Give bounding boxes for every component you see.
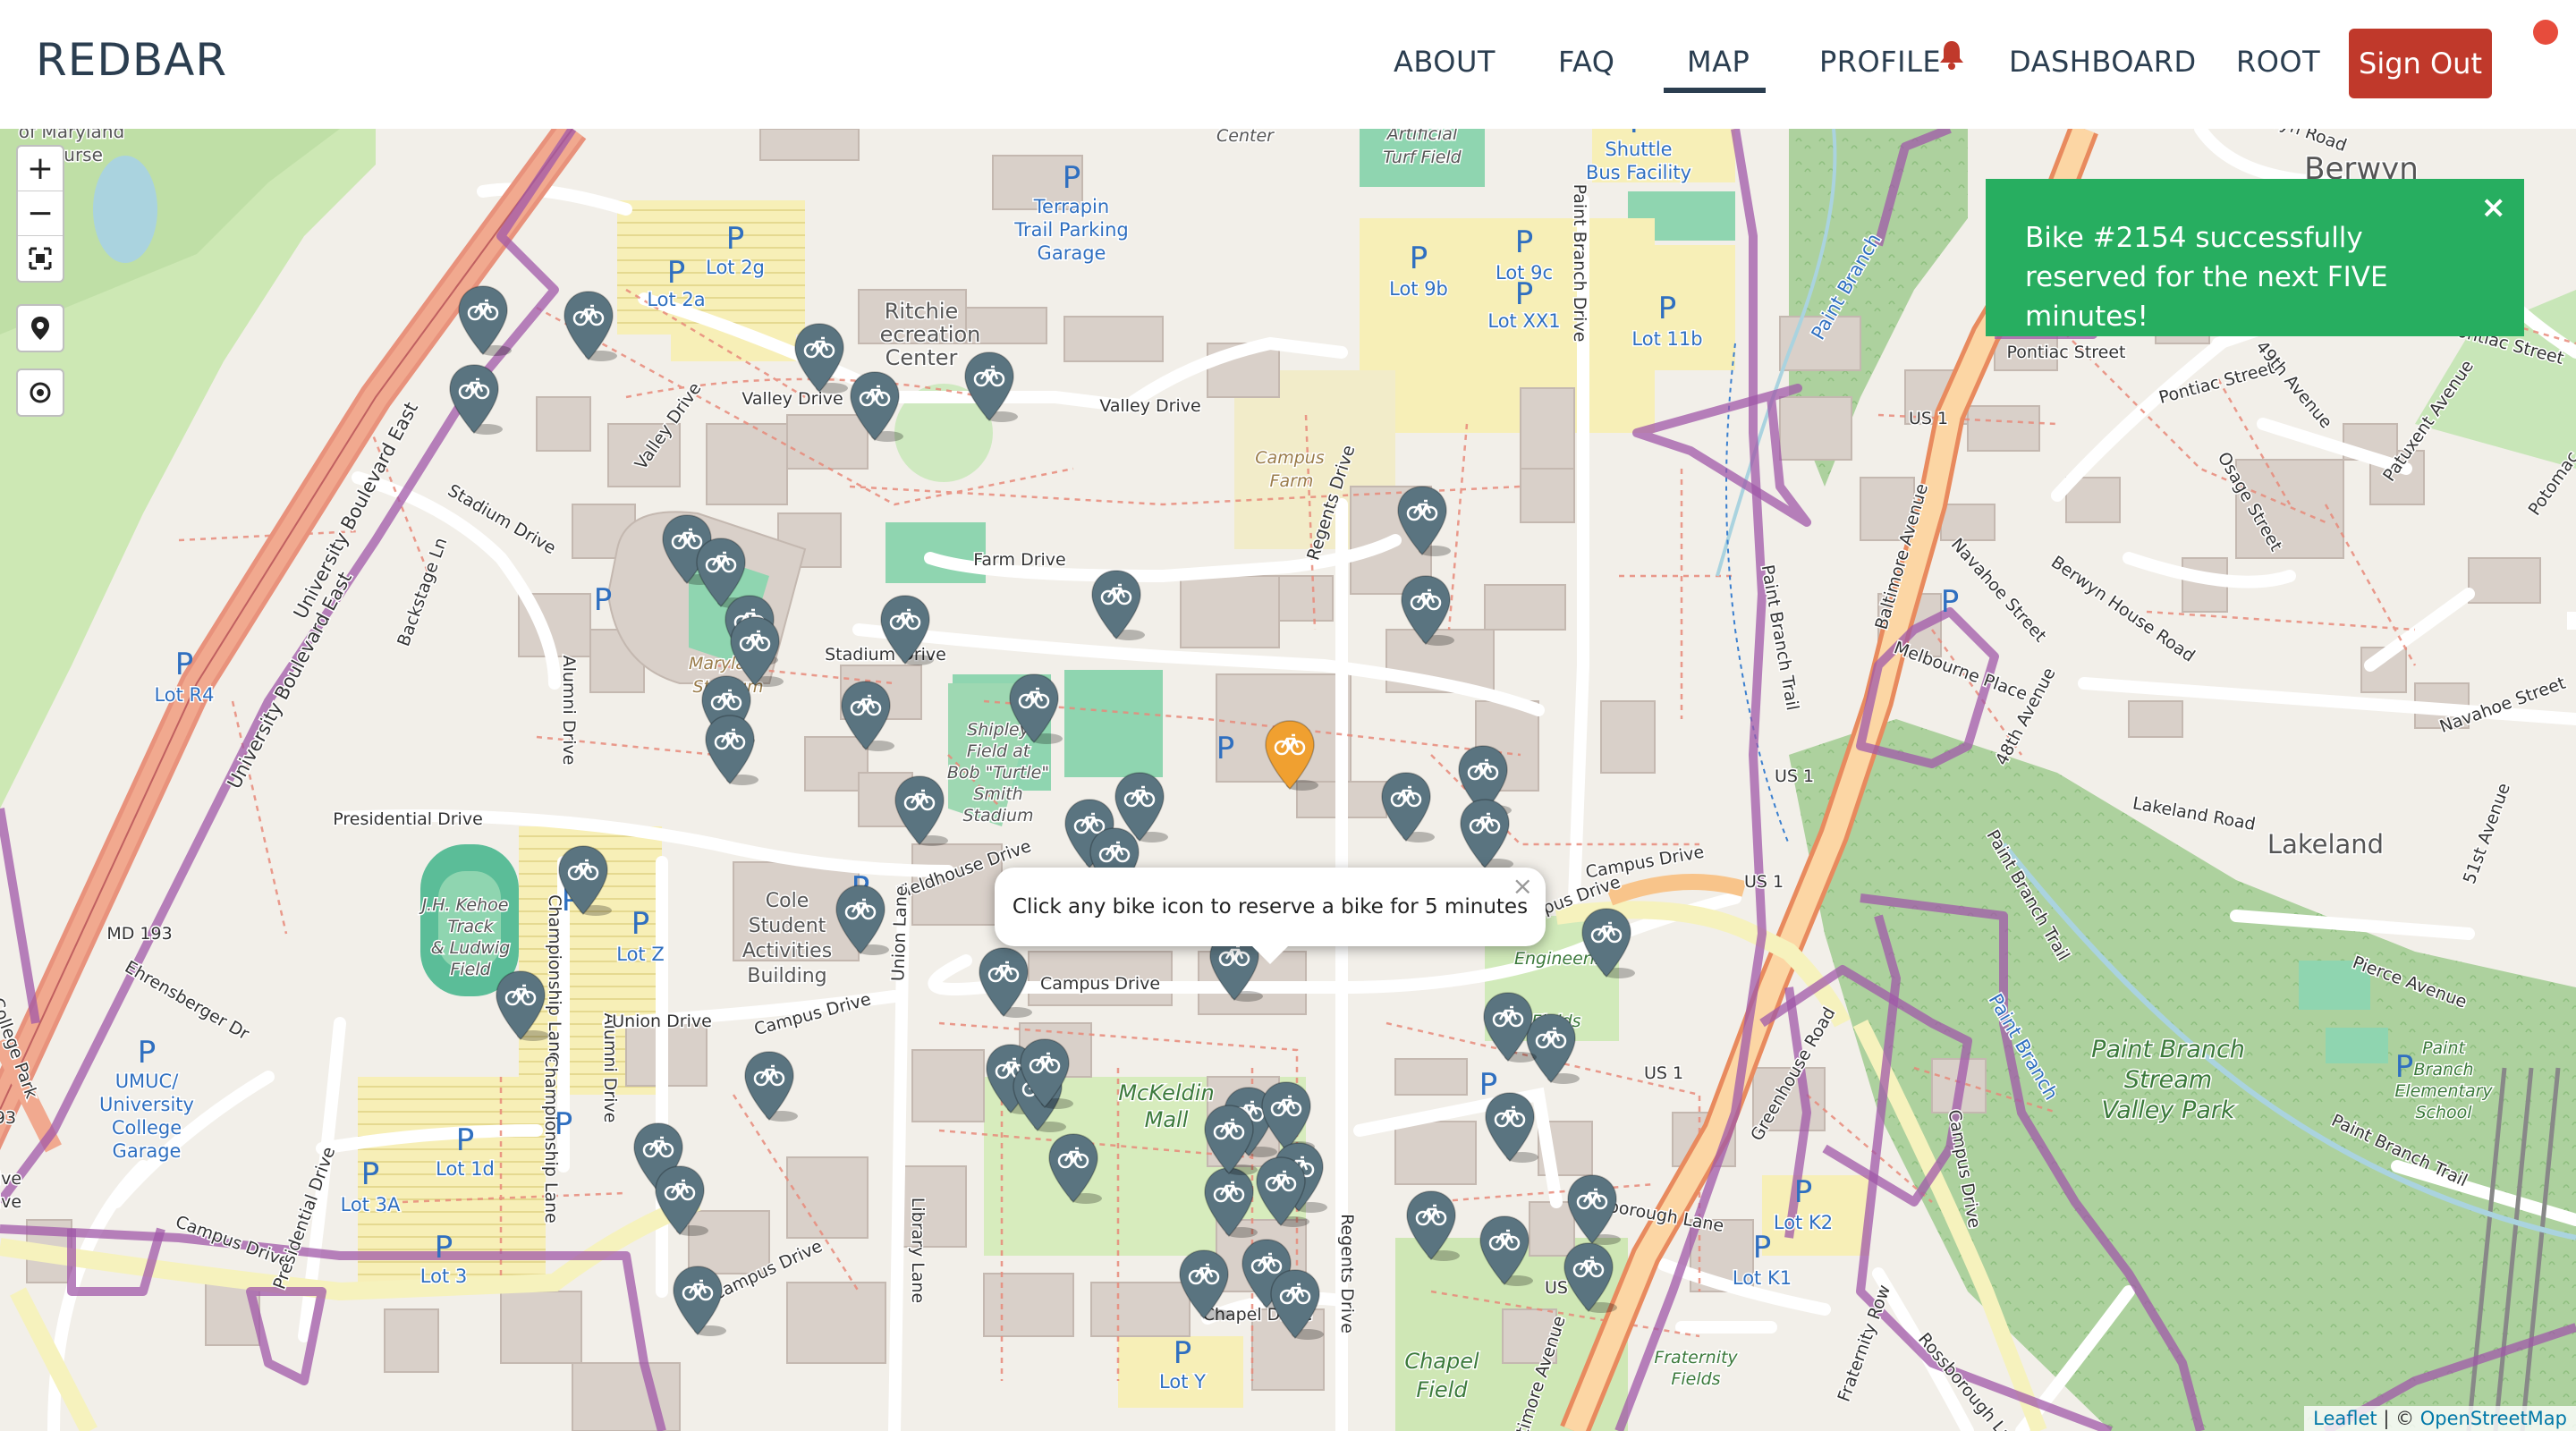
bike-marker[interactable] [794, 323, 848, 394]
bike-marker[interactable] [1261, 1081, 1315, 1152]
bike-marker[interactable] [1563, 1242, 1617, 1313]
bike-marker[interactable] [1204, 1105, 1258, 1175]
bike-marker[interactable] [1567, 1174, 1621, 1245]
toast-message: Bike #2154 successfully reserved for the… [2025, 222, 2388, 333]
zoom-in-button[interactable]: + [18, 147, 63, 191]
bike-marker[interactable] [841, 681, 894, 751]
attribution-separator: | © [2377, 1408, 2420, 1429]
map-pin-icon [31, 317, 49, 340]
bike-marker[interactable] [1460, 799, 1513, 869]
bike-marker[interactable] [880, 595, 934, 665]
bike-marker[interactable] [1204, 1167, 1258, 1238]
fullscreen-icon [29, 247, 52, 270]
bike-marker[interactable] [730, 616, 784, 687]
sign-out-button[interactable]: Sign Out [2349, 29, 2492, 98]
bike-marker[interactable] [705, 715, 758, 785]
geolocate-button[interactable] [16, 368, 64, 417]
bike-marker[interactable] [558, 845, 612, 916]
bike-marker[interactable] [496, 970, 549, 1041]
osm-link[interactable]: OpenStreetMap [2420, 1408, 2567, 1429]
bike-marker[interactable] [835, 885, 889, 955]
bike-marker[interactable] [1483, 992, 1537, 1063]
bike-marker[interactable] [1048, 1133, 1102, 1204]
bike-marker[interactable] [673, 1266, 726, 1336]
nav-faq[interactable]: FAQ [1558, 45, 1614, 79]
nav-profile[interactable]: PROFILE [1819, 45, 1941, 79]
map-popup: Click any bike icon to reserve a bike fo… [995, 868, 1546, 964]
bike-marker[interactable] [744, 1051, 798, 1122]
bike-marker[interactable] [1270, 1269, 1324, 1340]
bike-marker[interactable] [449, 364, 503, 435]
reservation-success-toast: × Bike #2154 successfully reserved for t… [1986, 179, 2524, 336]
bike-marker[interactable] [1581, 908, 1635, 978]
bike-marker[interactable] [1485, 1092, 1538, 1163]
zoom-out-button[interactable]: − [18, 191, 63, 236]
nav-map[interactable]: MAP [1687, 45, 1750, 79]
bike-marker[interactable] [1381, 772, 1435, 843]
bike-marker[interactable] [1479, 1215, 1533, 1286]
bike-marker[interactable] [1406, 1190, 1460, 1261]
bike-marker[interactable] [655, 1165, 708, 1236]
popup-message: Click any bike icon to reserve a bike fo… [1012, 895, 1529, 919]
nav-active-indicator [1664, 88, 1766, 93]
target-icon [30, 382, 51, 403]
bike-marker[interactable] [1179, 1249, 1233, 1320]
bike-marker[interactable] [1401, 575, 1454, 646]
notification-dot [2533, 20, 2558, 45]
nav-root[interactable]: ROOT [2236, 45, 2320, 79]
bell-icon[interactable] [1937, 39, 1966, 70]
bike-marker[interactable] [564, 291, 617, 361]
bike-marker[interactable] [458, 285, 512, 356]
fullscreen-button[interactable] [18, 236, 63, 281]
toast-close-icon[interactable]: × [2481, 188, 2507, 227]
bike-marker[interactable] [979, 947, 1032, 1018]
zoom-control: + − [16, 145, 64, 283]
map-attribution: Leaflet | © OpenStreetMap [2304, 1406, 2576, 1431]
locate-marker-button[interactable] [16, 304, 64, 352]
selected-bike-marker[interactable] [1265, 720, 1318, 791]
navbar: REDBAR ABOUT FAQ MAP PROFILE DASHBOARD R… [0, 0, 2576, 129]
campus-map[interactable]: Terrapin Trail Parking Garage Center Artific… [0, 129, 2576, 1431]
bike-marker[interactable] [1526, 1013, 1580, 1084]
bike-marker[interactable] [964, 351, 1018, 422]
bike-marker[interactable] [1397, 486, 1451, 556]
nav-about[interactable]: ABOUT [1394, 45, 1496, 79]
bike-marker[interactable] [894, 775, 948, 846]
bike-marker[interactable] [850, 371, 903, 442]
bike-marker[interactable] [1009, 673, 1063, 744]
bike-marker[interactable] [1256, 1156, 1309, 1227]
bike-marker[interactable] [1091, 570, 1145, 640]
brand-logo[interactable]: REDBAR [36, 34, 227, 86]
nav-dashboard[interactable]: DASHBOARD [2009, 45, 2197, 79]
leaflet-link[interactable]: Leaflet [2313, 1408, 2377, 1429]
popup-close-icon[interactable]: × [1513, 871, 1533, 901]
